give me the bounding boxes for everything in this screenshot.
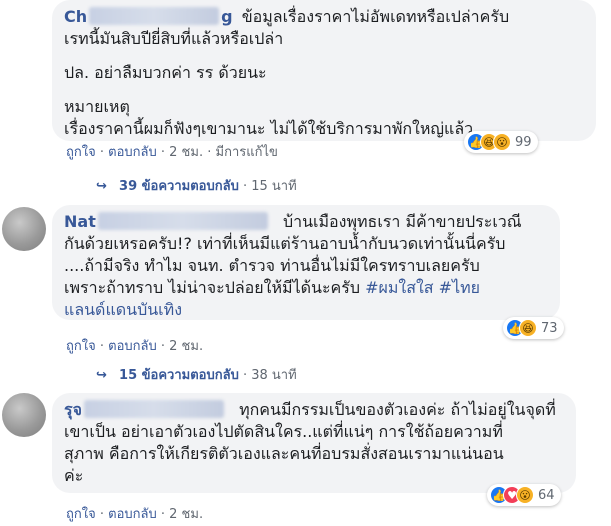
- commenter-name[interactable]: Nat: [64, 212, 270, 231]
- hashtag-continuation[interactable]: แลนด์แดนบันเทิง: [64, 299, 548, 321]
- commenter-name[interactable]: Ch g: [64, 7, 233, 26]
- reaction-count: 73: [541, 320, 558, 336]
- reply-arrow-icon: ↪: [96, 179, 107, 194]
- comment-actions: ถูกใจ · ตอบกลับ · 2 ชม.: [66, 339, 204, 354]
- comment-text: ทุกคนมีกรรมเป็นของตัวเองค่ะ ถ้าไม่อยู่ใน…: [239, 400, 556, 419]
- view-replies[interactable]: ↪ 15 ข้อความตอบกลับ · 38 นาที: [96, 367, 297, 385]
- comment-text: ข้อมูลเรื่องราคาไม่อัพเดทหรือเปล่าครับ: [241, 7, 510, 26]
- replies-count[interactable]: 15 ข้อความตอบกลับ: [119, 368, 239, 383]
- commenter-name[interactable]: รุจ: [64, 400, 226, 419]
- timestamp[interactable]: 2 ชม.: [169, 507, 203, 522]
- blurred-name: [89, 7, 220, 25]
- reaction-count: 99: [515, 134, 532, 150]
- comment-text: สุภาพ คือการให้เกียรติตัวเองและคนที่อบรม…: [64, 444, 504, 463]
- replies-time: 38 นาที: [251, 368, 297, 383]
- comment-bubble: Nat บ้านเมืองพุทธเรา มีค้าขายประเวณี กัน…: [52, 205, 560, 320]
- comment-text: ....ถ้ามีจริง ทำไม จนท. ตำรวจ ท่านอื่นไม…: [64, 256, 480, 275]
- comment-text: กันด้วยเหรอครับ!? เท่าที่เห็นมีแต่ร้านอา…: [64, 234, 506, 253]
- haha-icon: 😆: [519, 319, 537, 337]
- comment-bubble: รุจ ทุกคนมีกรรมเป็นของตัวเองค่ะ ถ้าไม่อย…: [52, 393, 576, 493]
- comment-actions: ถูกใจ · ตอบกลับ · 2 ชม. · มีการแก้ไข: [66, 145, 278, 160]
- comment-text: เรทนี้มันสิบปียี่สิบที่แล้วหรือเปล่า: [64, 29, 284, 48]
- comment-bubble: Ch g ข้อมูลเรื่องราคาไม่อัพเดทหรือเปล่าคร…: [52, 0, 596, 141]
- reaction-count: 64: [538, 487, 555, 503]
- hashtag-link[interactable]: #ผมใสใส: [365, 278, 433, 297]
- reply-link[interactable]: ตอบกลับ: [108, 339, 157, 354]
- view-replies[interactable]: ↪ 39 ข้อความตอบกลับ · 15 นาที: [96, 178, 297, 196]
- comment-text: เพราะถ้าทราบ ไม่น่าจะปล่อยให้มีได้นะครับ: [64, 278, 360, 297]
- replies-count[interactable]: 39 ข้อความตอบกลับ: [119, 179, 239, 194]
- timestamp[interactable]: 2 ชม.: [169, 145, 203, 160]
- avatar[interactable]: [2, 207, 46, 251]
- avatar[interactable]: [2, 393, 46, 437]
- comment-text: หมายเหตุ: [64, 97, 130, 116]
- blurred-name: [83, 400, 224, 418]
- reply-link[interactable]: ตอบกลับ: [108, 145, 157, 160]
- reactions-summary[interactable]: 👍 ♥ 😮 64: [487, 484, 561, 506]
- reply-arrow-icon: ↪: [96, 368, 107, 383]
- comment-text: บ้านเมืองพุทธเรา มีค้าขายประเวณี: [282, 212, 522, 231]
- replies-time: 15 นาที: [251, 179, 297, 194]
- reactions-summary[interactable]: 👍 😆 73: [503, 317, 564, 339]
- like-link[interactable]: ถูกใจ: [66, 145, 96, 160]
- reply-link[interactable]: ตอบกลับ: [108, 507, 157, 522]
- wow-icon: 😮: [493, 133, 511, 151]
- like-link[interactable]: ถูกใจ: [66, 339, 96, 354]
- wow-icon: 😮: [516, 486, 534, 504]
- like-link[interactable]: ถูกใจ: [66, 507, 96, 522]
- timestamp[interactable]: 2 ชม.: [169, 339, 203, 354]
- comment-actions: ถูกใจ · ตอบกลับ · 2 ชม.: [66, 507, 204, 522]
- edited-label[interactable]: มีการแก้ไข: [216, 145, 278, 160]
- comment-text: ปล. อย่าลืมบวกค่า รร ด้วยนะ: [64, 63, 267, 82]
- hashtag-link[interactable]: #ไทย: [439, 278, 480, 297]
- comment-text: ค่ะ: [64, 466, 84, 485]
- reactions-summary[interactable]: 👍 😆 😮 99: [464, 131, 538, 153]
- comment-text: เขาเป็น อย่าเอาตัวเองไปตัดสินใคร..แต่ที่…: [64, 422, 503, 441]
- blurred-name: [97, 212, 268, 230]
